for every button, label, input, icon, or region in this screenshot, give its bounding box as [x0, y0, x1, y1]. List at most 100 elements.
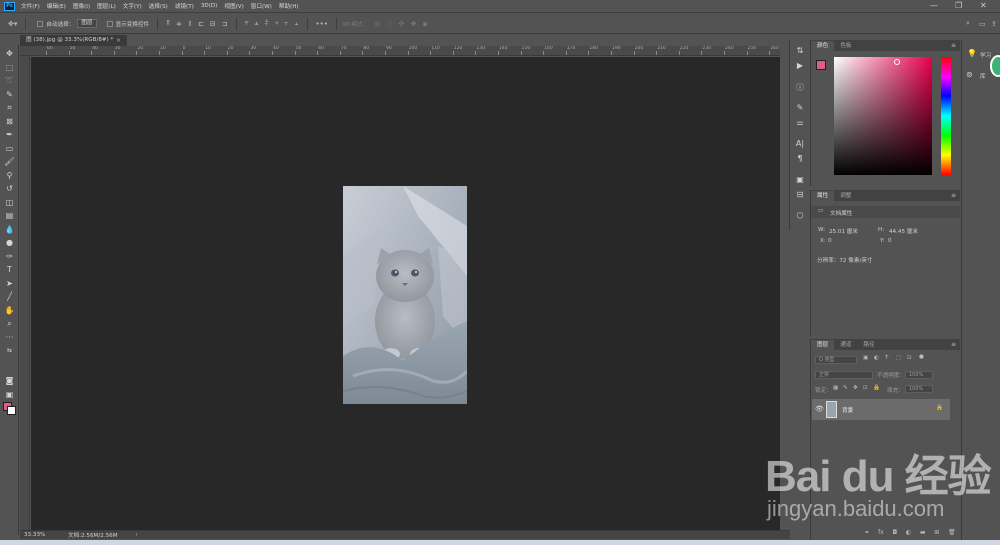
layer-mask-icon[interactable]: ◘ [892, 529, 897, 538]
menu-image[interactable]: 图像(I) [73, 2, 90, 10]
document-tab[interactable]: 图 (38).jpg @ 33.3%(RGB/8#) * [20, 35, 127, 46]
align-hcenter-icon[interactable]: ⊟ [210, 20, 216, 28]
filter-pixel-icon[interactable]: ▣ [863, 355, 868, 361]
path-select-tool-icon[interactable]: ➤ [3, 278, 16, 290]
distribute-right-icon[interactable]: ⫠ [294, 19, 298, 28]
move-tool-preset-icon[interactable]: ✥▾ [8, 20, 17, 28]
menu-help[interactable]: 帮助(H) [279, 2, 299, 10]
lock-position-icon[interactable]: ✥ [853, 385, 858, 391]
height-value[interactable]: 44.45 厘米 [889, 227, 918, 235]
clone-stamp-tool-icon[interactable]: ⚲ [3, 170, 16, 182]
minimize-button[interactable]: — [930, 1, 938, 10]
y-value[interactable]: 0 [888, 238, 892, 244]
menu-type[interactable]: 文字(Y) [123, 2, 142, 10]
gradient-tool-icon[interactable]: ▤ [3, 210, 16, 222]
quick-mask-icon[interactable]: ◙ [3, 375, 16, 387]
brush-tool-icon[interactable]: 🖌 [3, 156, 16, 168]
3d-panel-icon[interactable]: ⬡ [794, 210, 806, 222]
layer-filter-dropdown[interactable]: Q 类型 [815, 356, 857, 364]
more-options-button[interactable]: ••• [316, 20, 328, 28]
crop-tool-icon[interactable]: ⌗ [3, 102, 16, 114]
lightbulb-icon[interactable]: 💡 [967, 49, 977, 58]
layer-row-background[interactable]: 👁 背景 🔒 [812, 399, 950, 420]
line-tool-icon[interactable]: ╱ [3, 291, 16, 303]
dodge-tool-icon[interactable]: ● [3, 237, 16, 249]
align-right-icon[interactable]: ⊐ [222, 20, 228, 28]
quick-select-tool-icon[interactable]: ✎ [3, 89, 16, 101]
panel-menu-icon[interactable]: ≡ [951, 191, 956, 201]
search-icon[interactable]: ⌕ [966, 19, 970, 28]
filter-shape-icon[interactable]: ⬚ [896, 355, 901, 361]
info-panel-icon[interactable]: ⓘ [794, 82, 806, 94]
libraries-label[interactable]: 库 [980, 72, 986, 80]
actions-play-icon[interactable]: ▶ [794, 60, 806, 72]
delete-layer-icon[interactable]: 🗑 [948, 529, 956, 538]
share-icon[interactable]: ⇪ [991, 20, 997, 28]
type-tool-icon[interactable]: T [3, 264, 16, 276]
close-tab-icon[interactable]: × [116, 35, 121, 46]
blur-tool-icon[interactable]: 💧 [3, 224, 16, 236]
align-top-icon[interactable]: ⫪ [166, 19, 170, 28]
blend-mode-dropdown[interactable]: 正常 [815, 371, 873, 379]
menu-filter[interactable]: 滤镜(T) [175, 2, 194, 10]
tab-layers[interactable]: 图层 [811, 340, 835, 350]
history-panel-icon[interactable]: ⇅ [794, 45, 806, 57]
lasso-tool-icon[interactable]: ➰ [3, 75, 16, 87]
eraser-tool-icon[interactable]: ◫ [3, 197, 16, 209]
tab-paths[interactable]: 路径 [857, 340, 880, 350]
adjust-sliders-icon[interactable]: ⚌ [794, 117, 806, 129]
distribute-hcenter-icon[interactable]: ⫟ [284, 19, 288, 28]
x-value[interactable]: 0 [828, 238, 832, 244]
tab-channels[interactable]: 通道 [834, 340, 857, 350]
lock-all-icon[interactable]: 🔒 [873, 385, 880, 391]
distribute-left-icon[interactable]: ⫞ [275, 19, 279, 28]
status-menu-arrow[interactable]: › [136, 532, 138, 538]
align-bottom-icon[interactable]: ⫫ [188, 19, 192, 28]
layer-style-icon[interactable]: fx [878, 529, 884, 538]
adjustment-layer-icon[interactable]: ◐ [906, 529, 911, 538]
hand-tool-icon[interactable]: ✋ [3, 305, 16, 317]
width-value[interactable]: 25.01 厘米 [829, 227, 858, 235]
hue-slider[interactable] [941, 57, 951, 175]
move-tool-icon[interactable]: ✥ [3, 48, 16, 60]
distribute-vcenter-icon[interactable]: ⫨ [255, 19, 259, 28]
auto-select-dropdown[interactable]: 图层 [77, 19, 97, 28]
tab-adjustments[interactable]: 调整 [834, 191, 857, 201]
image-panel-icon[interactable]: ▣ [794, 174, 806, 186]
align-left-icon[interactable]: ⊏ [198, 20, 204, 28]
background-color-swatch[interactable] [7, 406, 16, 415]
screen-mode-icon[interactable]: ▣ [3, 389, 16, 401]
opacity-field[interactable]: 100% [905, 371, 933, 379]
eyedropper-tool-icon[interactable]: ✒ [3, 129, 16, 141]
lock-artboard-icon[interactable]: ⊡ [863, 385, 868, 391]
document-image-kitten[interactable] [343, 186, 467, 404]
picker-cursor[interactable] [894, 59, 900, 65]
restore-button[interactable]: ❐ [955, 1, 962, 10]
new-group-icon[interactable]: ▬ [920, 529, 926, 538]
filter-type-icon[interactable]: T [885, 355, 888, 361]
distribute-bottom-icon[interactable]: ⫩ [264, 19, 268, 28]
color-foreground-swatch[interactable] [816, 60, 826, 70]
panel-menu-icon[interactable]: ≡ [951, 340, 956, 350]
frame-tool-icon[interactable]: ⊠ [3, 116, 16, 128]
tab-swatches[interactable]: 色板 [834, 41, 857, 51]
auto-select-checkbox[interactable] [37, 20, 44, 27]
show-transform-checkbox[interactable] [106, 20, 113, 27]
glyphs-panel-icon[interactable]: ⊟ [794, 189, 806, 201]
distribute-top-icon[interactable]: ⫧ [245, 19, 249, 28]
zoom-tool-icon[interactable]: ⌕ [3, 318, 16, 330]
fill-field[interactable]: 100% [905, 385, 933, 393]
history-brush-tool-icon[interactable]: ↺ [3, 183, 16, 195]
panel-menu-icon[interactable]: ≡ [951, 41, 956, 51]
filter-adjustment-icon[interactable]: ◐ [874, 355, 879, 361]
menu-layer[interactable]: 图层(L) [97, 2, 116, 10]
marquee-tool-icon[interactable]: ⬚ [3, 62, 16, 74]
swap-colors-icon[interactable]: ⇆ [3, 345, 16, 357]
menu-window[interactable]: 窗口(W) [251, 2, 272, 10]
pen-tool-icon[interactable]: ✑ [3, 251, 16, 263]
profile-badge[interactable] [990, 55, 1000, 77]
close-window-button[interactable]: ✕ [980, 1, 987, 10]
libraries-icon[interactable]: ⊚ [966, 70, 973, 79]
workspace-icon[interactable]: ▭ [979, 20, 986, 28]
learn-label[interactable]: 学习 [980, 51, 991, 59]
